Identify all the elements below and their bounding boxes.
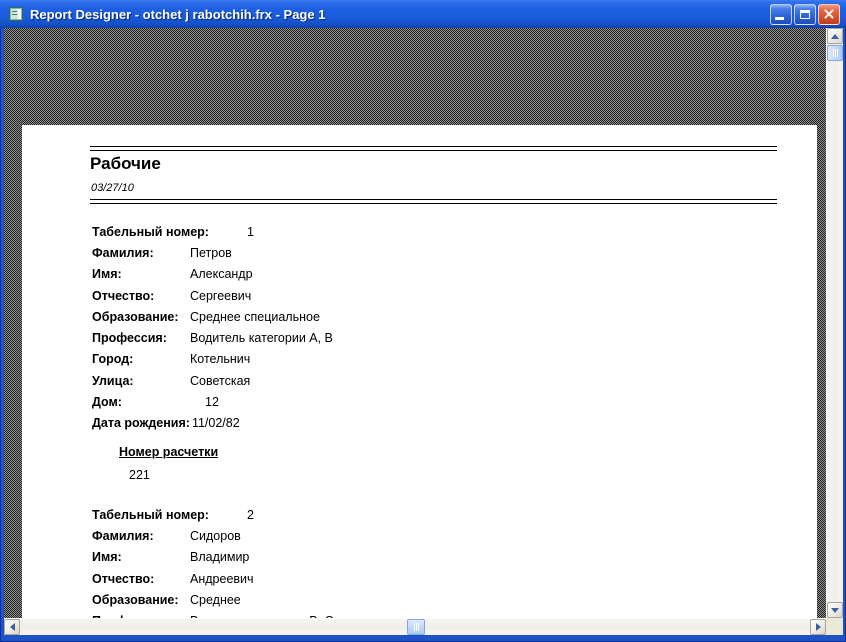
scroll-right-button[interactable] xyxy=(810,619,826,635)
minimize-button[interactable] xyxy=(770,3,792,25)
field-label: Дом: xyxy=(92,395,122,410)
report-page: Рабочие 03/27/10 Табельный номер: 1 Фамил… xyxy=(22,125,817,618)
field-label: Имя: xyxy=(92,267,122,282)
field-value: Советская xyxy=(190,373,251,388)
field-value: Среднее xyxy=(190,592,241,607)
field-label: Фамилия: xyxy=(92,245,154,260)
chevron-left-icon xyxy=(9,623,15,631)
field-value: Александр xyxy=(190,267,253,282)
vertical-scrollbar[interactable] xyxy=(826,28,843,618)
minimize-icon xyxy=(775,16,784,20)
field-label: Табельный номер: xyxy=(92,224,209,239)
field-value: 11/02/82 xyxy=(191,416,240,431)
field-label: Образование: xyxy=(92,309,179,324)
field-row: Табельный номер: 2 xyxy=(92,504,797,525)
field-row: Дом: 12 xyxy=(92,391,797,412)
header-rule-bottom xyxy=(90,199,777,204)
field-row: Дата рождения: 11/02/82 xyxy=(92,413,797,434)
field-row: Образование: Среднее специальное xyxy=(92,306,797,327)
field-row: Профессия:Водитель категории В, С xyxy=(92,610,797,618)
field-value: Среднее специальное xyxy=(190,309,320,324)
field-label: Город: xyxy=(92,352,134,367)
close-icon xyxy=(823,8,835,20)
field-row: Улица: Советская xyxy=(92,370,797,391)
window-title: Report Designer - otchet j rabotchih.frx… xyxy=(30,6,326,22)
titlebar[interactable]: Report Designer - otchet j rabotchih.frx… xyxy=(0,0,846,28)
field-row: Профессия: Водитель категории А, В xyxy=(92,327,797,348)
chevron-up-icon xyxy=(831,33,839,39)
scrollbar-corner xyxy=(826,618,843,635)
record-1: Табельный номер: 1 Фамилия: Петров Имя: Але… xyxy=(92,221,797,434)
header-rule-top xyxy=(90,146,777,151)
thumb-grip-icon xyxy=(408,620,424,634)
field-label: Отчество: xyxy=(92,288,155,303)
field-value: Сергеевич xyxy=(190,288,252,303)
report-preview-area: Рабочие 03/27/10 Табельный номер: 1 Фамил… xyxy=(4,28,826,618)
field-value: Петров xyxy=(190,245,232,260)
report-date: 03/27/10 xyxy=(91,182,134,194)
field-value: 1 xyxy=(246,224,254,239)
field-value: 12 xyxy=(205,395,219,410)
report-document-icon xyxy=(8,6,24,22)
field-value: Сидоров xyxy=(190,528,241,543)
scroll-left-button[interactable] xyxy=(4,619,20,635)
payroll-header: Номер расчетки xyxy=(119,445,219,459)
field-row: Имя: Александр xyxy=(92,264,797,285)
field-label: Имя: xyxy=(92,550,122,565)
horizontal-scroll-thumb[interactable] xyxy=(407,619,425,635)
field-row: Фамилия: Сидоров xyxy=(92,525,797,546)
field-row: Имя: Владимир xyxy=(92,547,797,568)
close-button[interactable] xyxy=(818,3,840,25)
field-label: Фамилия: xyxy=(92,528,154,543)
field-value: Водитель категории А, В xyxy=(190,331,333,346)
field-row: Фамилия: Петров xyxy=(92,242,797,263)
field-row: Отчество: Андреевич xyxy=(92,568,797,589)
maximize-button[interactable] xyxy=(794,3,816,25)
chevron-right-icon xyxy=(815,623,821,631)
scroll-down-button[interactable] xyxy=(827,602,843,618)
scroll-up-button[interactable] xyxy=(827,28,843,44)
field-row: Табельный номер: 1 xyxy=(92,221,797,242)
field-value: Андреевич xyxy=(190,571,254,586)
field-row: Образование: Среднее xyxy=(92,589,797,610)
chevron-down-icon xyxy=(831,607,839,613)
thumb-grip-icon xyxy=(828,46,842,60)
window-controls xyxy=(770,3,840,25)
vertical-scroll-thumb[interactable] xyxy=(827,45,843,61)
field-label: Отчество: xyxy=(92,571,155,586)
field-label: Профессия: xyxy=(92,331,167,346)
report-designer-window: Report Designer - otchet j rabotchih.frx… xyxy=(0,0,846,642)
horizontal-scrollbar[interactable] xyxy=(4,618,826,635)
record-2: Табельный номер: 2 Фамилия: Сидоров Имя: Вл… xyxy=(92,504,797,618)
field-row: Город: Котельнич xyxy=(92,349,797,370)
field-row: Отчество: Сергеевич xyxy=(92,285,797,306)
field-label: Табельный номер: xyxy=(92,507,209,522)
report-title: Рабочие xyxy=(90,154,161,173)
field-label: Дата рождения: xyxy=(92,416,190,431)
payroll-number: 221 xyxy=(129,468,150,482)
field-value: 2 xyxy=(246,507,254,522)
field-label: Улица: xyxy=(92,373,134,388)
field-label: Образование: xyxy=(92,592,179,607)
field-value: Котельнич xyxy=(190,352,251,367)
window-body: Рабочие 03/27/10 Табельный номер: 1 Фамил… xyxy=(4,28,843,635)
maximize-icon xyxy=(800,9,810,19)
field-value: Владимир xyxy=(190,550,250,565)
